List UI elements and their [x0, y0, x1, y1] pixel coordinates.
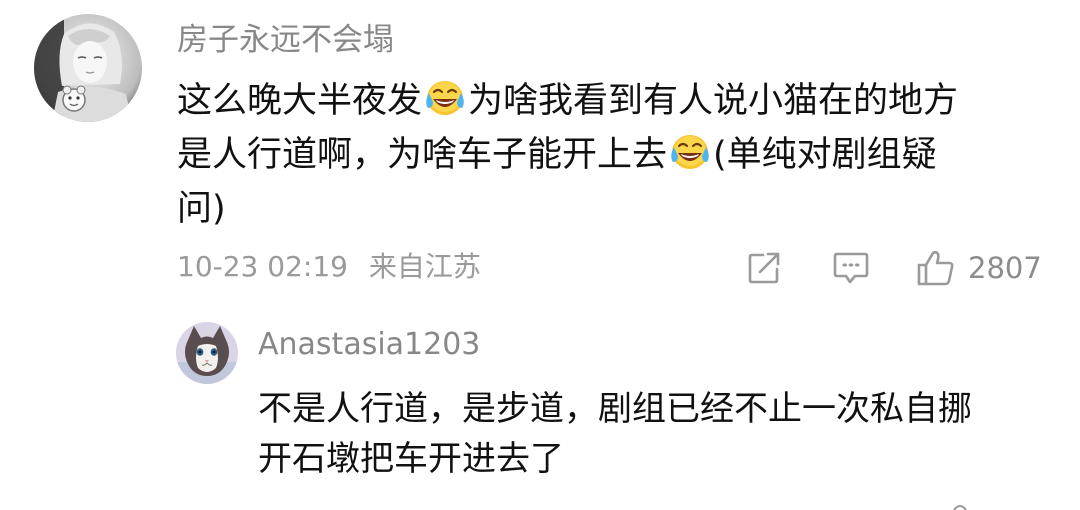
- reply-line-1: 不是人行道，是步道，剧组已经不止一次私自挪: [258, 389, 972, 429]
- comment-timestamp: 10-23 02:19: [177, 250, 348, 283]
- avatar-anime-character-icon: [34, 14, 142, 122]
- comment-thread: 房子永远不会塌 这么晚大半夜发 为啥我看到有人说小猫在的地方 是人行道啊，为啥车…: [0, 0, 1080, 510]
- comment-text-segment: 这么晚大半夜发: [177, 81, 423, 121]
- comment-username[interactable]: 房子永远不会塌: [177, 20, 394, 60]
- comment-line-3: 问): [177, 189, 226, 229]
- avatar-cat-icon: [176, 322, 238, 384]
- comment-text-segment: (单纯对剧组疑: [713, 135, 937, 175]
- reply-text: 不是人行道，是步道，剧组已经不止一次私自挪 开石墩把车开进去了: [258, 384, 1058, 484]
- comment-location: 来自江苏: [368, 250, 481, 283]
- share-button[interactable]: [746, 248, 782, 288]
- share-icon: [748, 252, 780, 284]
- comment-text-segment: 为啥我看到有人说小猫在的地方: [468, 81, 959, 121]
- thumbs-up-icon: [917, 250, 954, 286]
- reply-avatar[interactable]: [176, 322, 238, 384]
- like-button[interactable]: 2807: [916, 248, 1042, 288]
- cropped-icon: [953, 505, 967, 510]
- comment-text-segment: 是人行道啊，为啥车子能开上去: [177, 135, 668, 175]
- comment-icon: [833, 252, 869, 284]
- reply-username[interactable]: Anastasia1203: [258, 326, 480, 364]
- comment-text: 这么晚大半夜发 为啥我看到有人说小猫在的地方 是人行道啊，为啥车子能开上去 (单…: [177, 74, 1047, 236]
- laughing-tears-emoji-icon: [426, 81, 464, 115]
- like-count: 2807: [968, 251, 1042, 285]
- comment-line-2: 是人行道啊，为啥车子能开上去 (单纯对剧组疑: [177, 128, 1047, 182]
- avatar[interactable]: [34, 14, 142, 122]
- comment-meta: 10-23 02:19 来自江苏: [177, 248, 481, 286]
- laughing-tears-emoji-icon: [671, 135, 709, 169]
- reply-button[interactable]: [832, 248, 870, 288]
- reply-line-2: 开石墩把车开进去了: [258, 439, 564, 479]
- comment-line-1: 这么晚大半夜发 为啥我看到有人说小猫在的地方: [177, 74, 1047, 128]
